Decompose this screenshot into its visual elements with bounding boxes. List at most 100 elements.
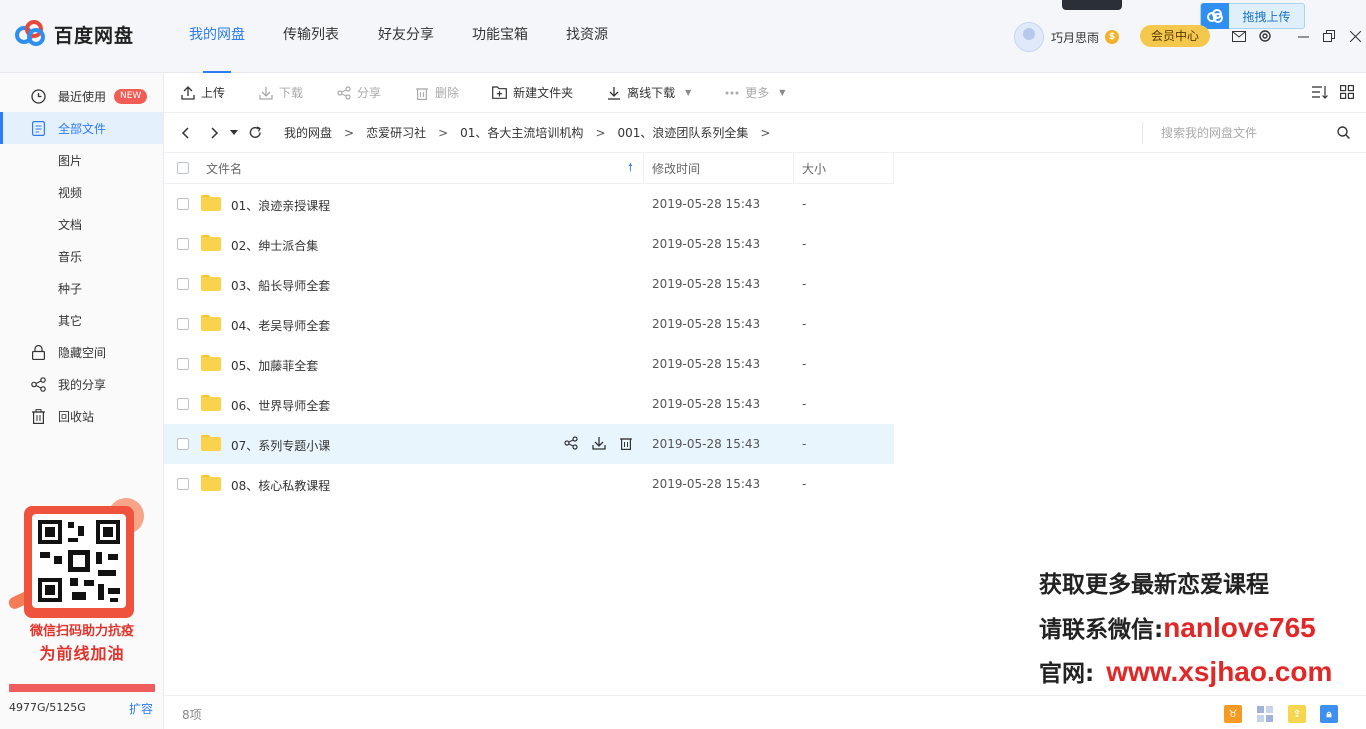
sidebar-item-label: 全部文件 — [58, 121, 107, 136]
folder-icon — [201, 475, 221, 491]
column-divider[interactable] — [893, 153, 894, 184]
upload-button[interactable]: 上传 — [180, 84, 225, 101]
sidebar-item-recent[interactable]: 最近使用 NEW — [0, 80, 163, 112]
promo-banner[interactable]: 微信扫码助力抗疫 为前线加油 — [6, 498, 156, 673]
row-checkbox[interactable] — [177, 318, 189, 330]
more-button[interactable]: 更多 ▼ — [724, 84, 785, 101]
restore-icon[interactable] — [1316, 26, 1342, 46]
breadcrumb-item[interactable]: 恋爱研习社 — [366, 124, 426, 141]
file-size: - — [802, 197, 807, 211]
download-button[interactable]: 下载 — [258, 84, 303, 101]
column-divider[interactable] — [643, 153, 644, 184]
sidebar-item-videos[interactable]: 视频 — [0, 176, 163, 208]
row-checkbox[interactable] — [177, 398, 189, 410]
table-row[interactable]: 01、浪迹亲授课程 2019-05-28 15:43 - — [164, 184, 894, 224]
sidebar-item-documents[interactable]: 文档 — [0, 208, 163, 240]
tab-friend-share[interactable]: 好友分享 — [358, 0, 453, 73]
vip-coin-icon[interactable]: $ — [1105, 30, 1120, 44]
tab-transfer-list[interactable]: 传输列表 — [264, 0, 358, 73]
table-row[interactable]: 05、加藤菲全套 2019-05-28 15:43 - — [164, 344, 894, 384]
table-row[interactable]: 08、核心私教课程 2019-05-28 15:43 - — [164, 464, 894, 504]
file-name[interactable]: 05、加藤菲全套 — [231, 357, 318, 374]
avatar[interactable] — [1014, 22, 1044, 52]
lock-icon — [30, 344, 46, 360]
offline-download-button[interactable]: 离线下载 ▼ — [606, 84, 691, 101]
row-checkbox[interactable] — [177, 478, 189, 490]
row-checkbox[interactable] — [177, 278, 189, 290]
username[interactable]: 巧月思雨 — [1051, 29, 1099, 46]
sidebar-item-other[interactable]: 其它 — [0, 304, 163, 336]
user-profile[interactable]: 巧月思雨 $ — [1014, 22, 1120, 52]
column-header-time[interactable]: 修改时间 — [652, 160, 700, 177]
breadcrumb-item[interactable]: 001、浪迹团队系列全集 — [618, 124, 749, 141]
search-icon[interactable] — [1337, 126, 1351, 142]
sidebar-item-recycle-bin[interactable]: 回收站 — [0, 400, 163, 432]
tab-my-disk[interactable]: 我的网盘 — [170, 0, 264, 73]
sidebar-item-all-files[interactable]: 全部文件 — [0, 112, 163, 144]
file-name[interactable]: 08、核心私教课程 — [231, 477, 330, 494]
sidebar-item-label: 回收站 — [58, 409, 95, 424]
row-checkbox[interactable] — [177, 198, 189, 210]
share-icon[interactable] — [564, 436, 578, 453]
download-icon — [258, 85, 273, 100]
tab-toolbox[interactable]: 功能宝箱 — [453, 0, 547, 73]
table-row[interactable]: 02、绅士派合集 2019-05-28 15:43 - — [164, 224, 894, 264]
sidebar-item-my-share[interactable]: 我的分享 — [0, 368, 163, 400]
file-name[interactable]: 03、船长导师全套 — [231, 277, 330, 294]
sidebar-item-music[interactable]: 音乐 — [0, 240, 163, 272]
sidebar-item-hidden-space[interactable]: 隐藏空间 — [0, 336, 163, 368]
breadcrumb: 我的网盘 > 恋爱研习社 > 01、各大主流培训机构 > 001、浪迹团队系列全… — [284, 124, 782, 141]
sidebar-item-torrents[interactable]: 种子 — [0, 272, 163, 304]
member-center-button[interactable]: 会员中心 — [1140, 25, 1210, 47]
column-header-size[interactable]: 大小 — [802, 160, 826, 177]
trash-icon[interactable] — [620, 436, 632, 453]
breadcrumb-separator[interactable]: > — [760, 126, 770, 140]
select-all-checkbox[interactable] — [177, 162, 189, 174]
file-name[interactable]: 04、老吴导师全套 — [231, 317, 330, 334]
delete-button[interactable]: 删除 — [414, 84, 459, 101]
file-name[interactable]: 07、系列专题小课 — [231, 437, 330, 454]
medal-icon[interactable]: ♉ — [1224, 705, 1242, 723]
new-folder-button[interactable]: 新建文件夹 — [492, 84, 573, 101]
column-divider[interactable] — [793, 153, 794, 184]
chevron-down-icon[interactable]: ▼ — [779, 88, 785, 97]
file-name[interactable]: 01、浪迹亲授课程 — [231, 197, 330, 214]
sort-ascending-icon[interactable]: 🠕 — [628, 159, 633, 178]
file-name[interactable]: 06、世界导师全套 — [231, 397, 330, 414]
column-header-name[interactable]: 文件名 — [206, 160, 242, 177]
row-actions — [564, 436, 632, 453]
minimize-icon[interactable] — [1290, 26, 1316, 46]
mail-icon[interactable] — [1230, 27, 1248, 45]
download-icon[interactable] — [592, 436, 606, 453]
sort-icon[interactable] — [1312, 85, 1328, 102]
breadcrumb-item[interactable]: 01、各大主流培训机构 — [460, 124, 583, 141]
search-input[interactable] — [1161, 126, 1331, 140]
file-name[interactable]: 02、绅士派合集 — [231, 237, 318, 254]
table-row[interactable]: 03、船长导师全套 2019-05-28 15:43 - — [164, 264, 894, 304]
row-checkbox[interactable] — [177, 358, 189, 370]
tab-find-resources[interactable]: 找资源 — [547, 0, 627, 73]
table-row[interactable]: 06、世界导师全套 2019-05-28 15:43 - — [164, 384, 894, 424]
apps-grid-icon[interactable] — [1256, 705, 1274, 723]
share-button[interactable]: 分享 — [336, 84, 381, 101]
expand-storage-link[interactable]: 扩容 — [129, 700, 153, 717]
history-dropdown-icon[interactable] — [228, 122, 240, 144]
upload-file-icon[interactable]: ⇪ — [1288, 705, 1306, 723]
table-row[interactable]: 04、老吴导师全套 2019-05-28 15:43 - — [164, 304, 894, 344]
floating-handle[interactable] — [1062, 0, 1122, 10]
forward-icon[interactable] — [204, 122, 226, 144]
breadcrumb-separator: > — [344, 125, 355, 140]
breadcrumb-item[interactable]: 我的网盘 — [284, 124, 332, 141]
chevron-down-icon[interactable]: ▼ — [685, 88, 691, 97]
logo[interactable]: 百度网盘 — [14, 20, 134, 49]
row-checkbox[interactable] — [177, 438, 189, 450]
close-icon[interactable] — [1342, 26, 1366, 46]
refresh-icon[interactable] — [244, 122, 266, 144]
grid-view-icon[interactable] — [1340, 85, 1354, 102]
row-checkbox[interactable] — [177, 238, 189, 250]
lock-icon[interactable]: 🔒︎ — [1320, 705, 1338, 723]
gear-icon[interactable] — [1256, 27, 1274, 45]
sidebar-item-images[interactable]: 图片 — [0, 144, 163, 176]
back-icon[interactable] — [174, 122, 196, 144]
table-row[interactable]: 07、系列专题小课 2019-05-28 15:43 - — [164, 424, 894, 464]
